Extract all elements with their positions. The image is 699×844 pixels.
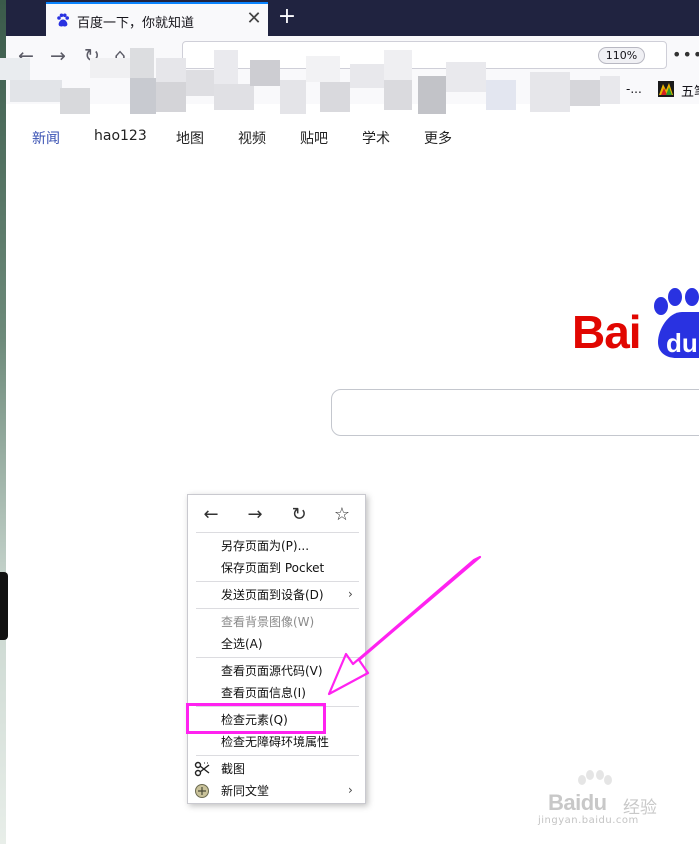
nav-link-news[interactable]: 新闻 — [32, 128, 60, 148]
desktop-background — [0, 0, 6, 844]
menu-separator — [196, 657, 359, 658]
search-input[interactable] — [331, 389, 699, 436]
nav-link-more[interactable]: 更多 — [424, 128, 452, 148]
menu-item-save-page-as[interactable]: 另存页面为(P)... — [221, 537, 309, 555]
menu-separator — [196, 532, 359, 533]
context-bookmark-icon[interactable]: ☆ — [329, 503, 355, 527]
desktop-background-shape — [0, 572, 8, 640]
menu-item-save-to-pocket[interactable]: 保存页面到 Pocket — [221, 559, 324, 577]
menu-item-send-to-device[interactable]: 发送页面到设备(D) — [221, 586, 324, 604]
context-menu: ← → ↻ ☆ 另存页面为(P)... 保存页面到 Pocket 发送页面到设备… — [187, 494, 366, 804]
menu-item-view-background-image: 查看背景图像(W) — [221, 615, 315, 629]
submenu-chevron-icon: › — [348, 587, 353, 601]
menu-item-inspect-accessibility[interactable]: 检查无障碍环境属性 — [221, 733, 329, 751]
page-actions-menu-icon[interactable]: ••• — [672, 47, 699, 63]
tongwentang-icon — [195, 784, 209, 798]
menu-item-screenshot[interactable]: 截图 — [221, 760, 245, 778]
nav-link-video[interactable]: 视频 — [238, 128, 266, 148]
submenu-chevron-icon: › — [348, 783, 353, 797]
nav-link-xueshu[interactable]: 学术 — [362, 128, 390, 148]
bookmark-favicon-icon — [658, 81, 674, 97]
nav-link-tieba[interactable]: 贴吧 — [300, 128, 328, 148]
highlight-box — [186, 703, 326, 734]
baidu-logo-du: du — [666, 328, 698, 358]
menu-item-tongwentang[interactable]: 新同文堂 — [221, 782, 269, 800]
baidu-paw-logo-icon: du — [654, 288, 699, 358]
menu-separator — [196, 608, 359, 609]
close-tab-icon[interactable]: ✕ — [244, 9, 264, 29]
watermark-logo-text: Baidu — [548, 790, 607, 815]
baidu-paw-icon — [57, 13, 69, 27]
menu-separator — [196, 755, 359, 756]
new-tab-button[interactable]: + — [276, 6, 298, 28]
menu-separator — [196, 581, 359, 582]
menu-item-view-page-info[interactable]: 查看页面信息(I) — [221, 684, 306, 702]
watermark-url: jingyan.baidu.com — [538, 815, 639, 826]
bookmark-overflow[interactable]: -... — [626, 82, 642, 96]
menu-item-select-all[interactable]: 全选(A) — [221, 635, 263, 653]
bookmark-label[interactable]: 五笔 — [681, 81, 699, 100]
context-reload-icon[interactable]: ↻ — [286, 503, 312, 527]
tab-baidu[interactable]: 百度一下，你就知道 ✕ — [46, 2, 268, 36]
nav-link-map[interactable]: 地图 — [176, 128, 204, 148]
privacy-mosaic — [0, 40, 620, 122]
context-back-icon[interactable]: ← — [198, 503, 224, 527]
tab-title: 百度一下，你就知道 — [77, 16, 195, 31]
menu-item-view-source[interactable]: 查看页面源代码(V) — [221, 662, 323, 680]
context-forward-icon[interactable]: → — [242, 503, 268, 527]
nav-link-hao123[interactable]: hao123 — [94, 128, 147, 144]
scissors-icon — [194, 761, 210, 777]
